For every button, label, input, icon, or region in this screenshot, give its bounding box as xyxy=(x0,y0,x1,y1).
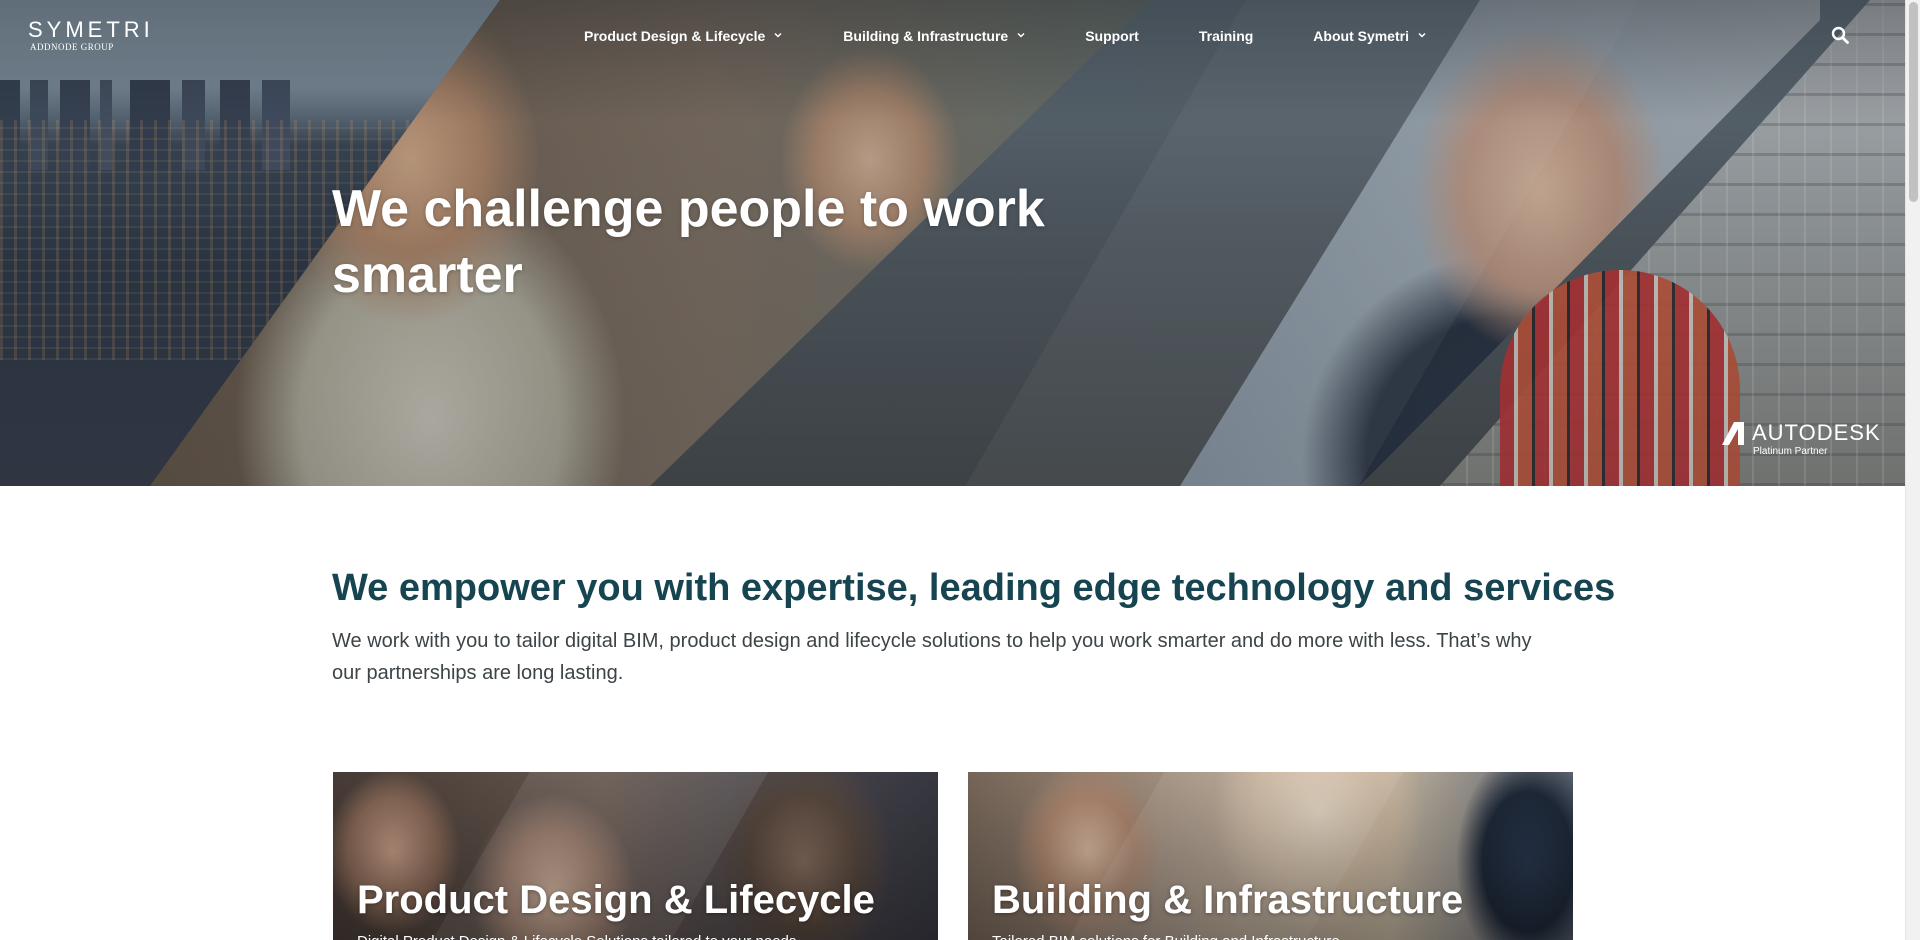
intro-paragraph: We work with you to tailor digital BIM, … xyxy=(332,630,1532,684)
hero-title: We challenge people to work smarter xyxy=(332,180,1045,304)
page-scrollbar[interactable] xyxy=(1905,0,1920,940)
scrollbar-thumb[interactable] xyxy=(1909,2,1918,202)
card-description: Digital Product Design & Lifecycle Solut… xyxy=(357,932,796,940)
nav-item-label: About Symetri xyxy=(1313,28,1409,44)
nav-item-label: Building & Infrastructure xyxy=(843,28,1009,44)
chevron-down-icon xyxy=(1017,31,1025,39)
logo-subtitle: ADDNODE GROUP xyxy=(30,42,114,52)
top-navigation: SYMETRI ADDNODE GROUP Product Design & L… xyxy=(0,0,1905,70)
search-icon[interactable] xyxy=(1831,26,1849,44)
nav-item-product-design[interactable]: Product Design & Lifecycle xyxy=(584,26,782,46)
card-title: Product Design & Lifecycle xyxy=(357,878,875,922)
nav-item-training[interactable]: Training xyxy=(1199,26,1253,46)
nav-item-label: Training xyxy=(1198,28,1254,44)
card-title: Building & Infrastructure xyxy=(992,878,1464,922)
card-description: Tailored BIM solutions for Building and … xyxy=(992,932,1340,940)
autodesk-logo-icon xyxy=(1720,420,1746,446)
autodesk-partner-badge: AUTODESK Platinum Partner xyxy=(1720,418,1880,462)
nav-item-support[interactable]: Support xyxy=(1085,26,1139,46)
partner-tier: Platinum Partner xyxy=(1753,446,1828,457)
card-building-infrastructure[interactable]: Building & Infrastructure Tailored BIM s… xyxy=(968,772,1573,940)
autodesk-name: AUTODESK xyxy=(1752,420,1881,445)
hero-banner: We challenge people to work smarter AUTO… xyxy=(0,0,1905,486)
nav-item-about-symetri[interactable]: About Symetri xyxy=(1313,26,1426,46)
nav-item-label: Product Design & Lifecycle xyxy=(584,28,766,44)
main-menu: Product Design & Lifecycle Building & In… xyxy=(584,26,1426,46)
intro-heading: We empower you with expertise, leading e… xyxy=(332,567,1616,609)
symetri-logo[interactable]: SYMETRI ADDNODE GROUP xyxy=(28,18,178,54)
chevron-down-icon xyxy=(1418,31,1426,39)
card-product-design[interactable]: Product Design & Lifecycle Digital Produ… xyxy=(333,772,938,940)
chevron-down-icon xyxy=(774,31,782,39)
nav-item-building-infrastructure[interactable]: Building & Infrastructure xyxy=(843,26,1025,46)
logo-brand: SYMETRI xyxy=(28,17,154,42)
nav-item-label: Support xyxy=(1085,28,1139,44)
